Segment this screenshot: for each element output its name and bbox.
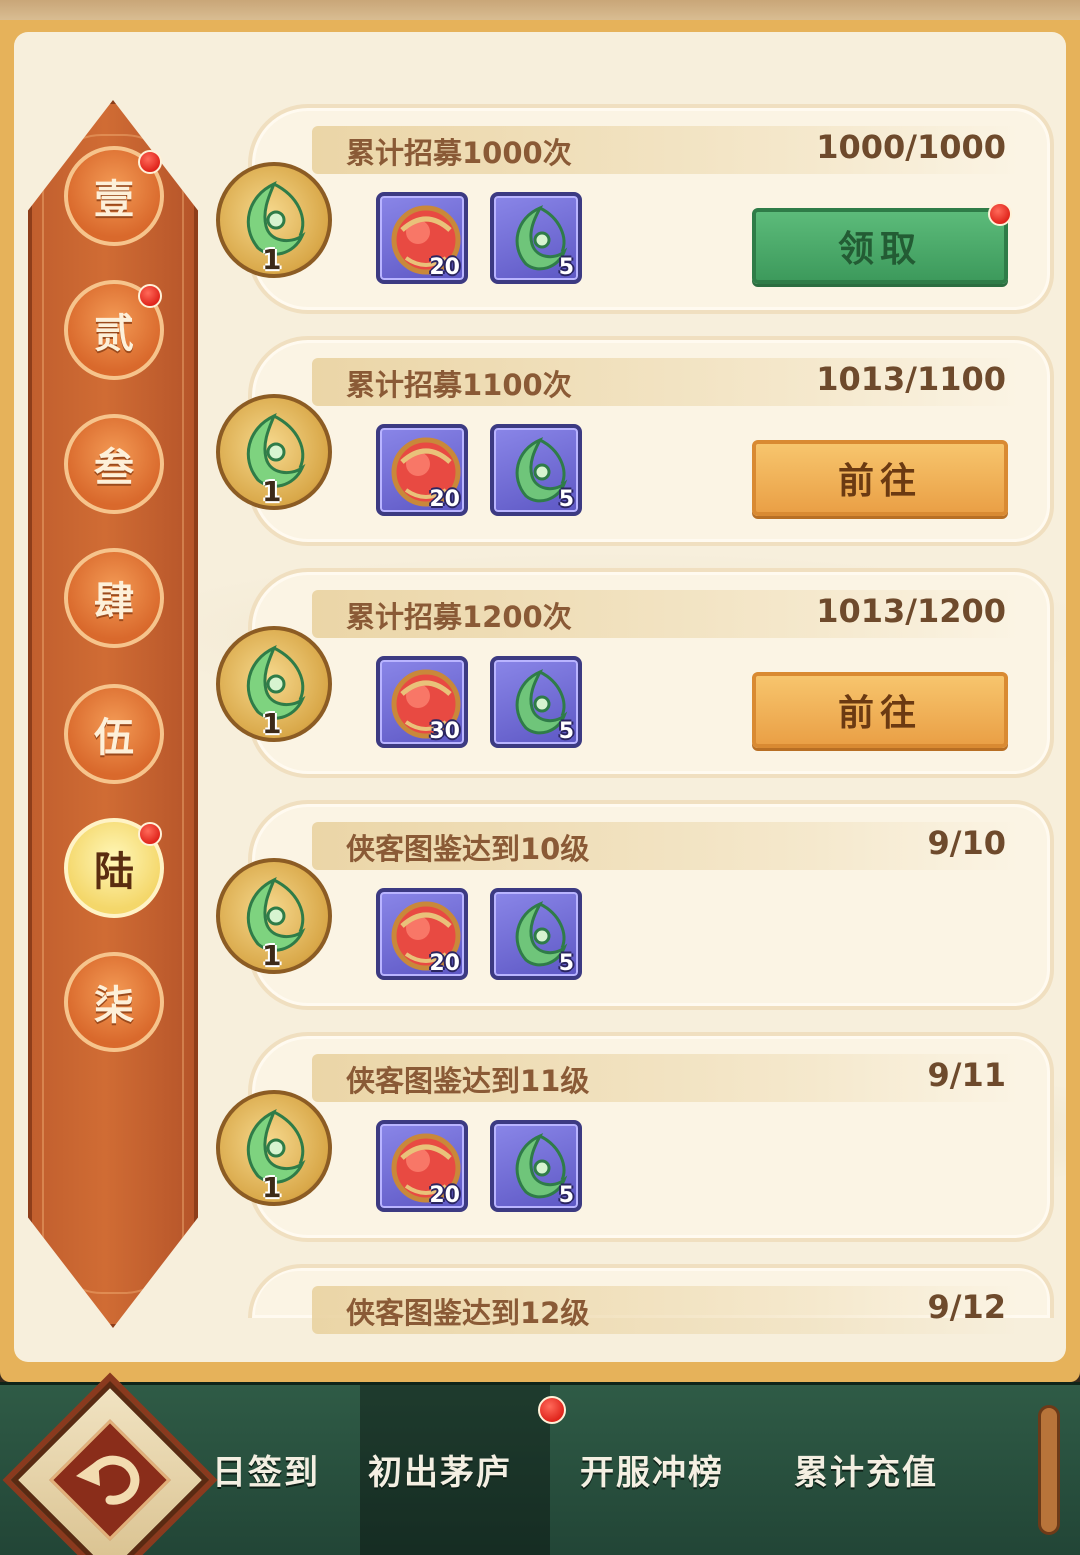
reward-item[interactable]: 5: [490, 656, 582, 748]
nav-cumulative-recharge[interactable]: 累计充值: [794, 1445, 938, 1495]
nav-beginner-badge: [538, 1396, 566, 1424]
sidebar-tab-badge: [138, 284, 162, 308]
reward-item[interactable]: 5: [490, 192, 582, 284]
quest-medal[interactable]: 1: [216, 858, 332, 974]
quest-card: 侠客图鉴达到12级 9/12: [248, 1264, 1054, 1334]
nav-daily-signin[interactable]: 日签到: [212, 1445, 320, 1495]
quest-progress: 1013/1200: [816, 592, 1006, 630]
quest-progress: 1013/1100: [816, 360, 1006, 398]
sidebar-tab-badge: [138, 822, 162, 846]
go-button[interactable]: 前往: [752, 440, 1008, 516]
quest-medal[interactable]: 1: [216, 162, 332, 278]
quest-title: 侠客图鉴达到11级: [346, 1064, 590, 1098]
quest-progress: 9/10: [927, 824, 1006, 862]
sidebar-tab-3[interactable]: 叁: [64, 414, 164, 514]
sidebar-tab-7[interactable]: 柒: [64, 952, 164, 1052]
reward-quantity: 5: [558, 255, 574, 280]
reward-quantity: 5: [558, 951, 574, 976]
go-button[interactable]: 前往: [752, 672, 1008, 748]
claim-badge: [988, 202, 1012, 226]
sidebar-tab-5[interactable]: 伍: [64, 684, 164, 784]
reward-item[interactable]: 20: [376, 424, 468, 516]
reward-item[interactable]: 5: [490, 888, 582, 980]
reward-item[interactable]: 20: [376, 192, 468, 284]
reward-quantity: 30: [429, 719, 460, 744]
reward-item[interactable]: 30: [376, 656, 468, 748]
reward-item[interactable]: 20: [376, 1120, 468, 1212]
medal-count: 1: [262, 243, 282, 276]
quest-card: 累计招募1200次 1013/1200 30 5 前往: [248, 568, 1054, 778]
claim-button[interactable]: 领取: [752, 208, 1008, 284]
reward-quantity: 5: [558, 719, 574, 744]
nav-server-ranking[interactable]: 开服冲榜: [580, 1445, 724, 1495]
reward-item[interactable]: 20: [376, 888, 468, 980]
reward-item[interactable]: 5: [490, 424, 582, 516]
quest-title: 累计招募1200次: [346, 600, 572, 634]
reward-quantity: 20: [429, 487, 460, 512]
reward-quantity: 5: [558, 487, 574, 512]
back-arrow-icon: [76, 1455, 140, 1505]
quest-progress: 9/12: [927, 1288, 1006, 1326]
reward-quantity: 20: [429, 1183, 460, 1208]
scroll-indicator[interactable]: [1038, 1405, 1060, 1535]
sidebar-tab-badge: [138, 150, 162, 174]
nav-beginner[interactable]: 初出茅庐: [368, 1445, 512, 1495]
medal-count: 1: [262, 475, 282, 508]
reward-quantity: 20: [429, 255, 460, 280]
medal-count: 1: [262, 1171, 282, 1204]
quest-medal[interactable]: 1: [216, 1090, 332, 1206]
quest-medal[interactable]: 1: [216, 394, 332, 510]
quest-title: 累计招募1000次: [346, 136, 572, 170]
quest-card: 累计招募1000次 1000/1000 20 5 领取: [248, 104, 1054, 314]
quest-title: 累计招募1100次: [346, 368, 572, 402]
quest-card: 累计招募1100次 1013/1100 20 5 前往: [248, 336, 1054, 546]
quest-card: 侠客图鉴达到11级 9/11 20 5: [248, 1032, 1054, 1242]
medal-count: 1: [262, 707, 282, 740]
quest-title: 侠客图鉴达到10级: [346, 832, 590, 866]
quest-medal[interactable]: 1: [216, 626, 332, 742]
reward-quantity: 5: [558, 1183, 574, 1208]
sidebar-tab-4[interactable]: 肆: [64, 548, 164, 648]
quest-title: 侠客图鉴达到12级: [346, 1296, 590, 1330]
quest-progress: 1000/1000: [816, 128, 1006, 166]
medal-count: 1: [262, 939, 282, 972]
quest-progress: 9/11: [927, 1056, 1006, 1094]
reward-item[interactable]: 5: [490, 1120, 582, 1212]
reward-quantity: 20: [429, 951, 460, 976]
quest-card: 侠客图鉴达到10级 9/10 20 5: [248, 800, 1054, 1010]
